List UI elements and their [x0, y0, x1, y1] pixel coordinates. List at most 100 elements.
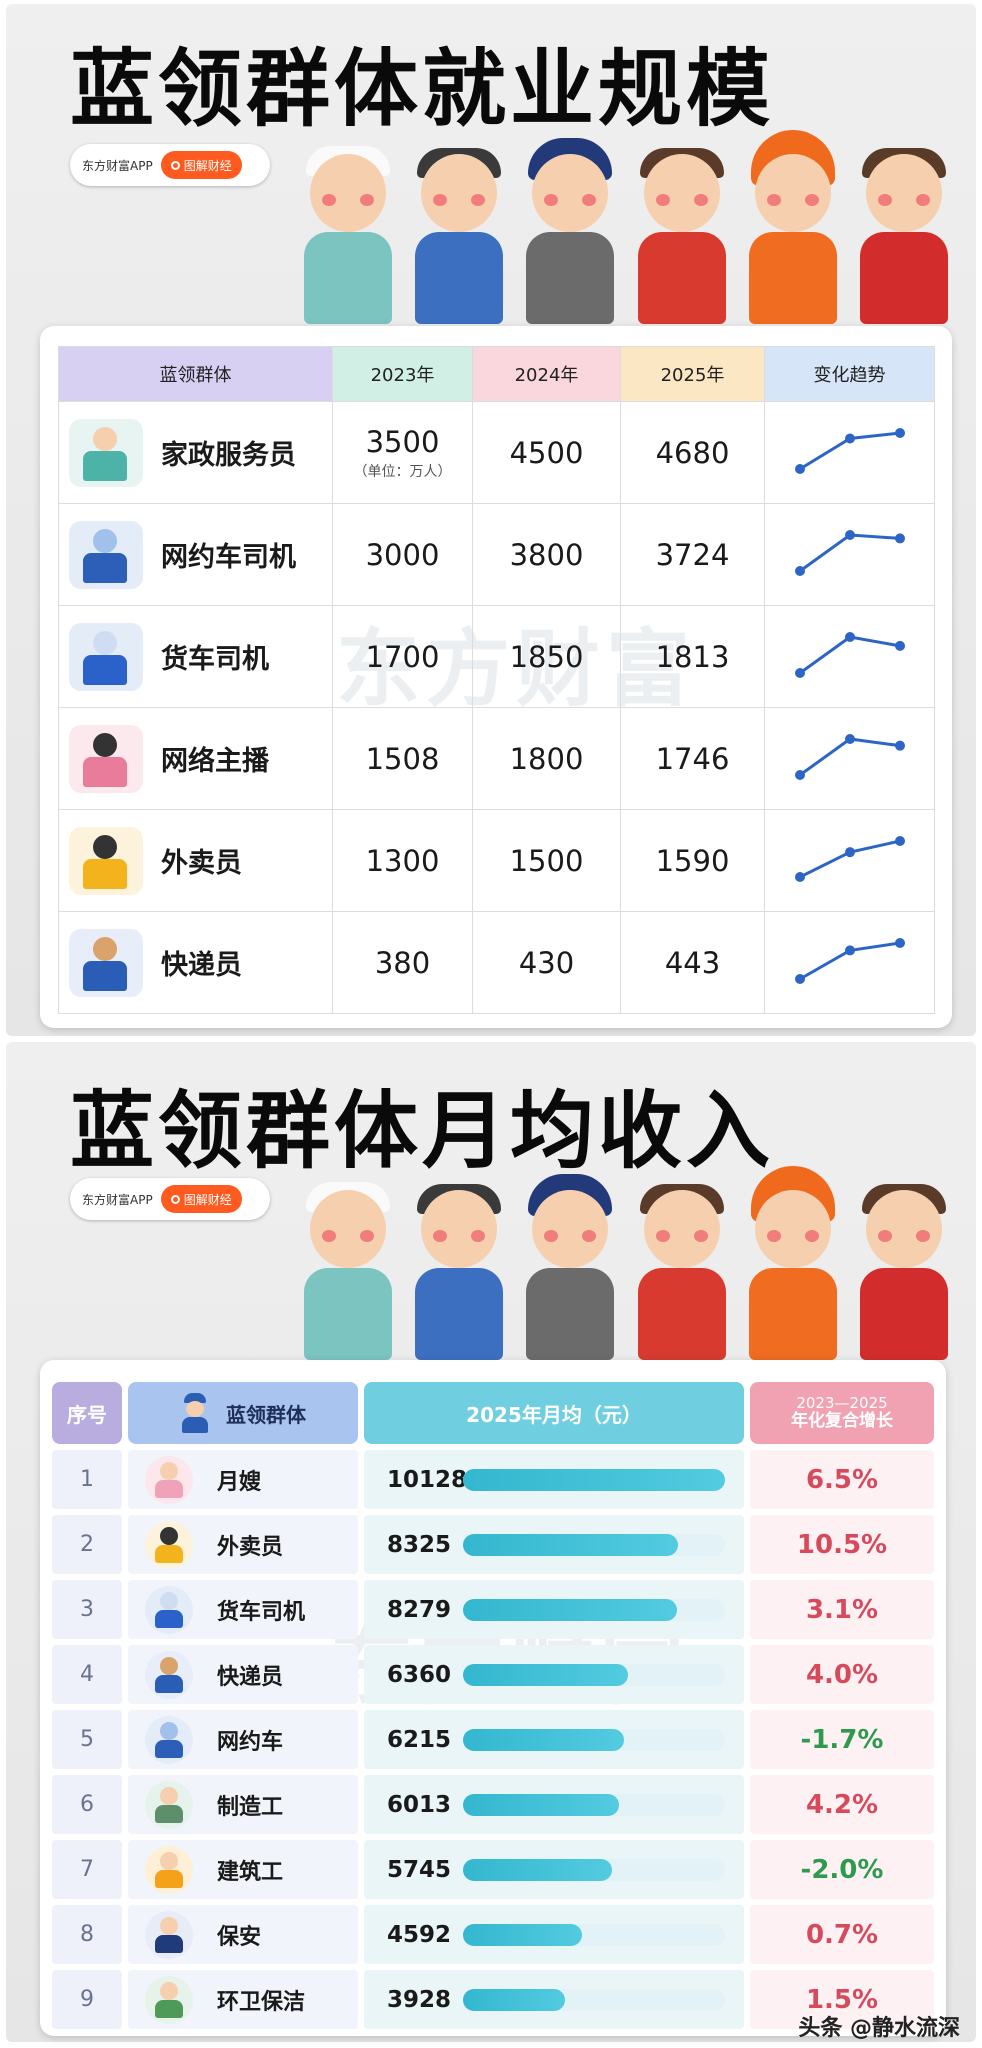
trend-point: [794, 566, 805, 576]
employment-group-name: 货车司机: [161, 644, 269, 675]
employment-value-2025: 1813: [620, 605, 765, 708]
brand-pill: 东方财富APP 图解财经: [70, 144, 270, 186]
trend-cell: [764, 605, 935, 708]
growth-rate: 10.5%: [750, 1515, 934, 1574]
income-value-cell: 6215: [364, 1710, 744, 1769]
income-row: 3 货车司机 8279 3.1%: [52, 1580, 934, 1639]
income-group-name: 货车司机: [217, 1599, 306, 1625]
income-bar-track: [463, 1858, 725, 1881]
employment-group-cell: 货车司机: [58, 605, 333, 708]
income-row: 5 网约车 6215 -1.7%: [52, 1710, 934, 1769]
housekeeper-figure: [296, 1160, 400, 1360]
trend-point: [894, 533, 905, 544]
trend-point: [794, 974, 805, 984]
income-group-cell: 保安: [128, 1905, 358, 1964]
employment-value-2023: 3500 （单位：万人）: [332, 401, 473, 504]
trend-sparkline: [794, 836, 905, 882]
income-bar: [463, 1728, 624, 1751]
income-bar-track: [463, 1988, 725, 2011]
topic-tag-button[interactable]: 图解财经: [160, 151, 242, 179]
employment-value-2024: 1800: [472, 707, 621, 810]
employment-group-cell: 家政服务员: [58, 401, 333, 504]
income-row: 8 保安 4592 0.7%: [52, 1905, 934, 1964]
truck-icon: [69, 622, 143, 691]
income-value-cell: 5745: [364, 1840, 744, 1899]
brand-pill: 东方财富APP 图解财经: [70, 1178, 270, 1220]
employment-value-2025: 443: [620, 911, 765, 1014]
income-value-cell: 6360: [364, 1645, 744, 1704]
employment-value-2024: 1500: [472, 809, 621, 912]
income-row: 4 快递员 6360 4.0%: [52, 1645, 934, 1704]
income-value-cell: 4592: [364, 1905, 744, 1964]
trend-cell: [764, 401, 935, 504]
employment-value-2025: 1746: [620, 707, 765, 810]
income-rank: 1: [52, 1450, 122, 1509]
growth-rate: 4.2%: [750, 1775, 934, 1834]
growth-rate: 3.1%: [750, 1580, 934, 1639]
employment-value: 1746: [655, 741, 730, 776]
trend-cell: [764, 911, 935, 1014]
search-icon: [170, 160, 180, 170]
income-value: 6013: [387, 1791, 452, 1818]
income-row: 7 建筑工 5745 -2.0%: [52, 1840, 934, 1899]
employment-value: 380: [374, 945, 431, 980]
income-group-cell: 网约车: [128, 1710, 358, 1769]
employment-value: 3724: [655, 537, 730, 572]
employment-value: 443: [664, 945, 721, 980]
trend-point: [894, 640, 905, 651]
ride-hailing-driver-figure: [407, 124, 511, 324]
income-rank: 8: [52, 1905, 122, 1964]
employment-value: 4500: [509, 435, 584, 470]
income-value-cell: 3928: [364, 1970, 744, 2029]
trend-point: [844, 945, 855, 956]
header-group: 蓝领群体: [128, 1382, 358, 1444]
employment-value-2023: 1300: [332, 809, 473, 912]
trend-point: [844, 734, 855, 744]
trend-point: [794, 668, 805, 678]
worker-illustration-row: [296, 124, 956, 324]
income-group-name: 建筑工: [217, 1859, 284, 1885]
employment-group-cell: 快递员: [58, 911, 333, 1014]
trend-point: [894, 938, 905, 948]
trend-point: [844, 433, 855, 444]
topic-tag-button[interactable]: 图解财经: [160, 1185, 242, 1213]
employment-row: 家政服务员 3500 （单位：万人） 4500 4680: [58, 401, 935, 504]
employment-value: 3800: [509, 537, 584, 572]
housekeeper-icon: [69, 418, 143, 487]
search-icon: [170, 1194, 180, 1204]
trend-point: [794, 872, 805, 882]
unit-note: （单位：万人）: [353, 463, 452, 480]
source-footer: 头条 @静水流深: [798, 2016, 960, 2041]
income-bar: [463, 1663, 628, 1686]
delivery-rider-figure: [741, 1160, 845, 1360]
employment-value: 430: [518, 945, 575, 980]
ride-hailing-driver-figure: [407, 1160, 511, 1360]
factory-worker-icon: [145, 1780, 193, 1829]
employment-group-name: 网约车司机: [161, 542, 296, 573]
income-bar-track: [463, 1533, 725, 1556]
employment-value: 1700: [365, 639, 440, 674]
trend-sparkline: [794, 428, 905, 474]
income-rank: 5: [52, 1710, 122, 1769]
brand-name: 东方财富APP: [82, 1192, 153, 1207]
employment-value: 1800: [509, 741, 584, 776]
worker-illustration-row: [296, 1160, 956, 1360]
income-bar: [463, 1988, 565, 2011]
income-group-name: 制造工: [217, 1794, 284, 1820]
income-bar-track: [463, 1793, 725, 1816]
income-table-card: 东方财富 序号 蓝领群体 2025年月均（元）: [40, 1360, 946, 2036]
income-bar: [463, 1468, 725, 1491]
income-group-cell: 建筑工: [128, 1840, 358, 1899]
income-bar: [463, 1858, 612, 1881]
trend-point: [844, 632, 855, 642]
courier-figure: [630, 124, 734, 324]
header-rank: 序号: [52, 1382, 122, 1444]
employment-value-2025: 1590: [620, 809, 765, 912]
employment-value-2023: 380: [332, 911, 473, 1014]
package-courier-figure: [852, 124, 956, 324]
employment-row: 快递员 380 430 443: [58, 911, 935, 1014]
employment-value: 1300: [365, 843, 440, 878]
employment-group-cell: 外卖员: [58, 809, 333, 912]
employment-value: 1590: [655, 843, 730, 878]
delivery-scooter-icon: [69, 826, 143, 895]
